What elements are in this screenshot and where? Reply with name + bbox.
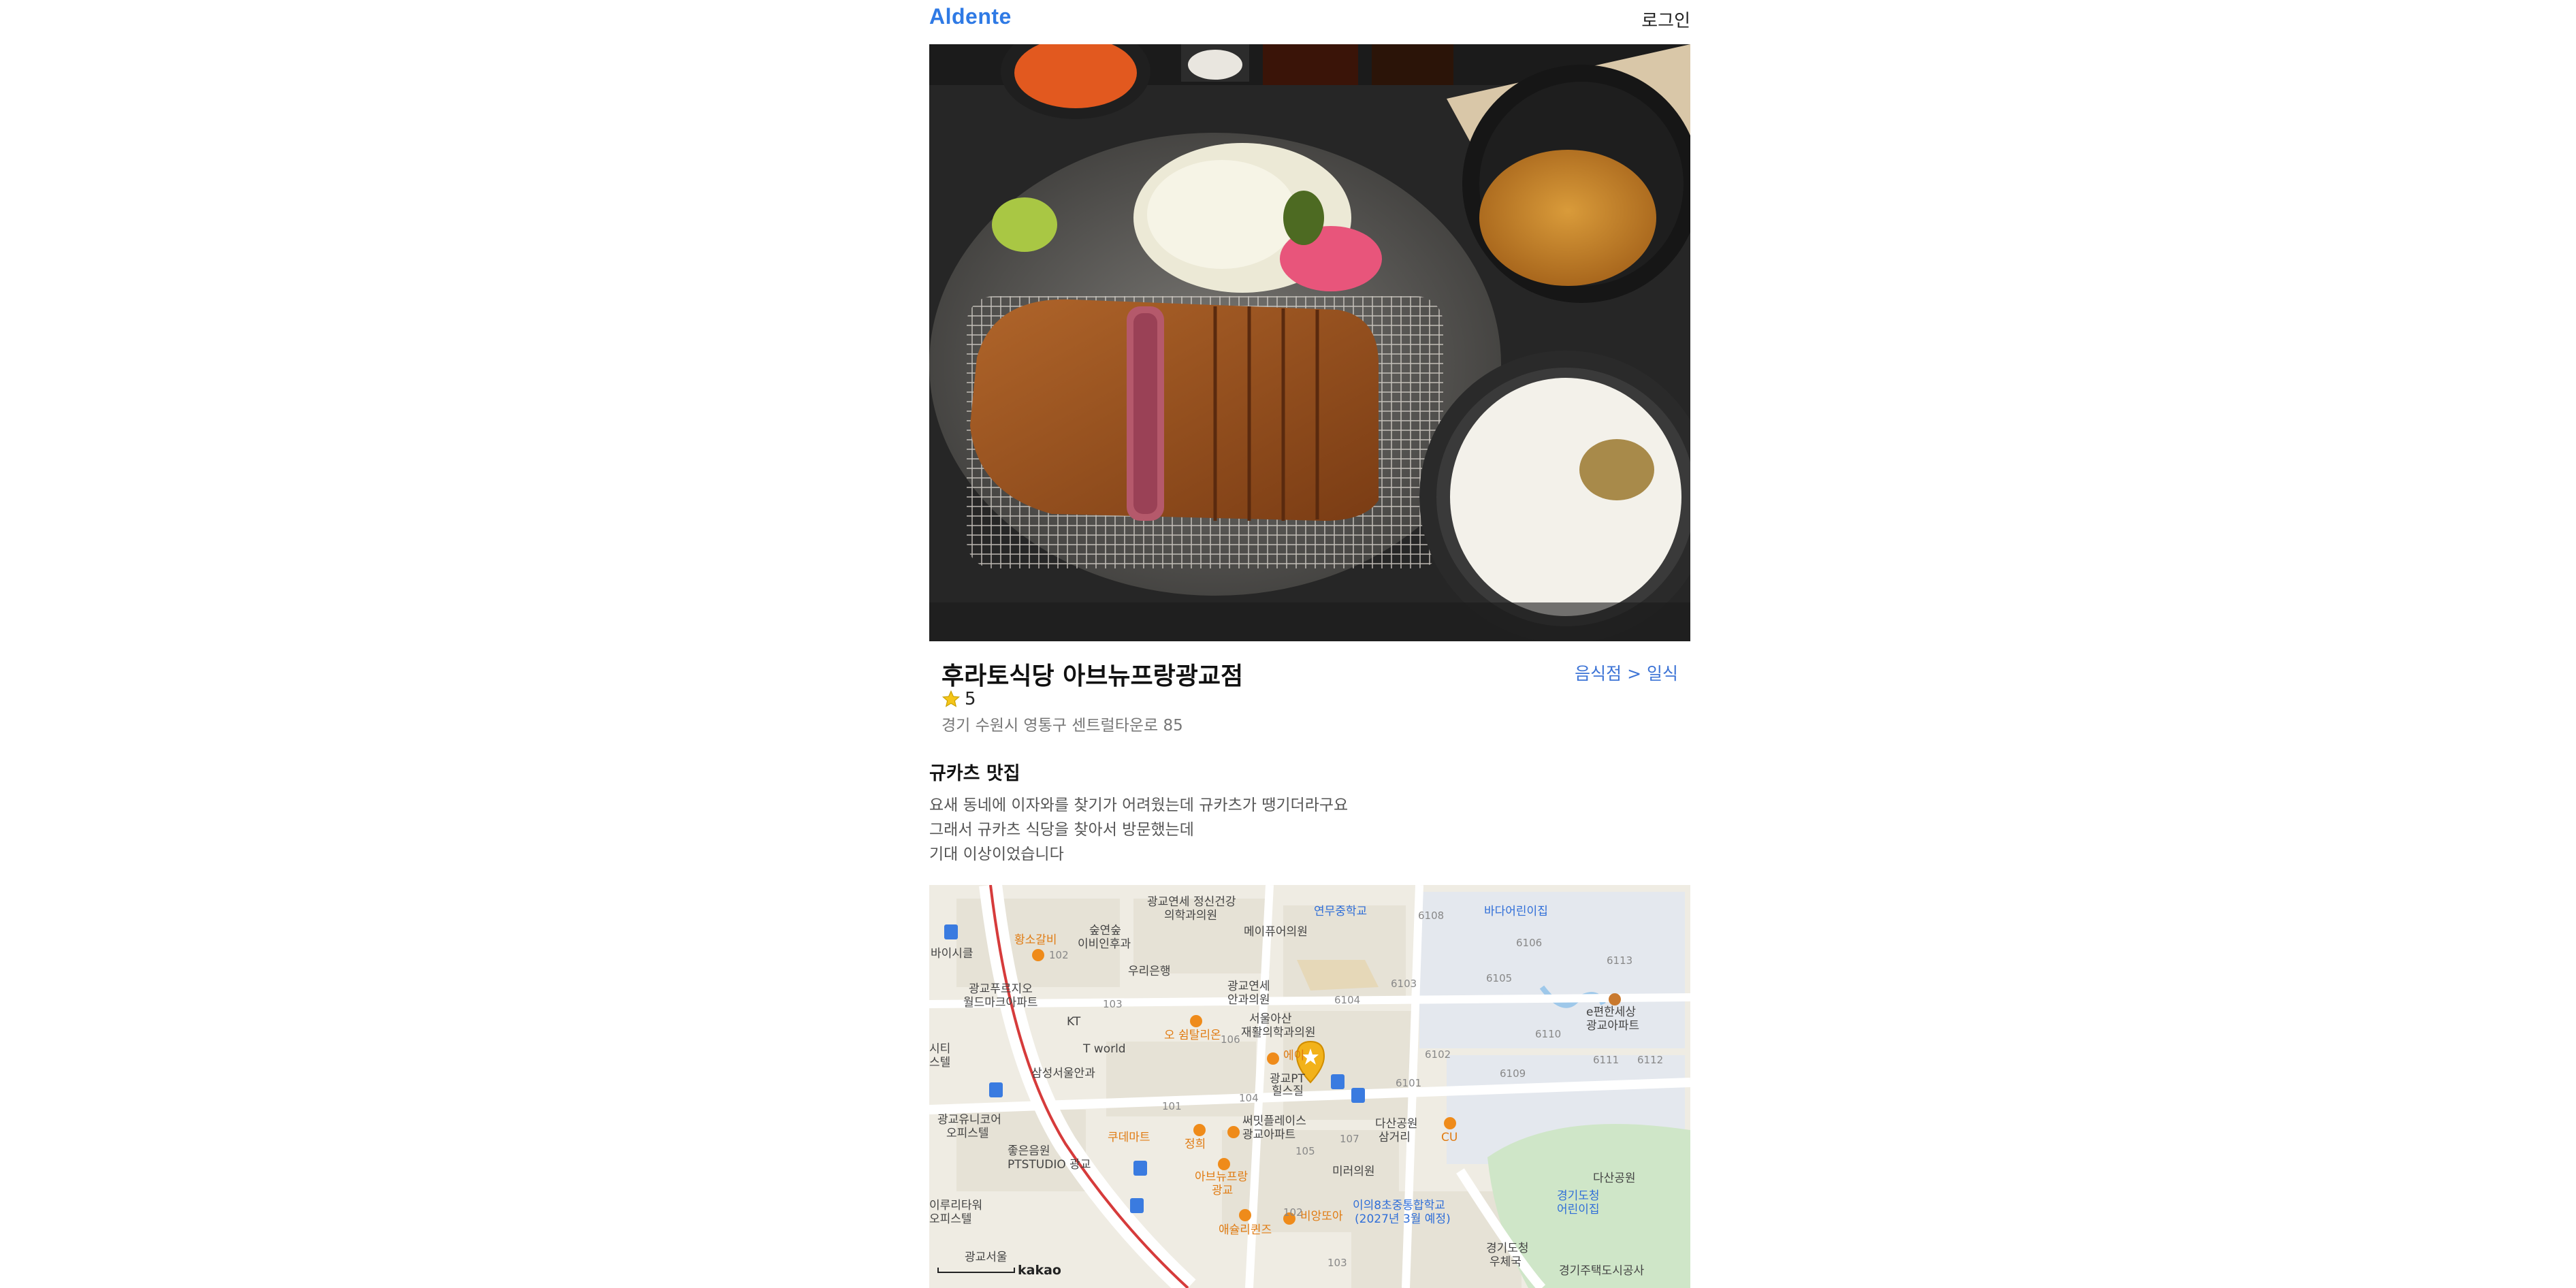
map-label: 서울아산 [1249, 1012, 1292, 1026]
map-label: 아브뉴프랑 [1195, 1170, 1249, 1184]
review-line: 요새 동네에 이자와를 찾기가 어려웠는데 규카츠가 땡기더라구요 [929, 796, 1349, 814]
login-link[interactable]: 로그인 [1641, 7, 1690, 32]
map-label: 어린이집 [1557, 1203, 1600, 1217]
logo[interactable]: Aldente [929, 4, 1012, 29]
map-number: 6112 [1637, 1054, 1664, 1066]
map-label: 시티 [929, 1042, 951, 1056]
rating-value: 5 [965, 689, 976, 709]
map-number: 104 [1239, 1092, 1259, 1104]
map-label: 오 쉼탈리온 [1164, 1029, 1221, 1042]
map-number: 6105 [1486, 972, 1513, 984]
map[interactable]: 광교연세 정신건강 의학과의원 연무중학교 바다어린이집 숲연숲 이비인후과 메… [929, 885, 1690, 1288]
map-label: 우리은행 [1128, 965, 1171, 978]
map-label: T world [1083, 1042, 1126, 1056]
map-label: 경기주택도시공사 [1559, 1264, 1645, 1278]
map-number: 6111 [1593, 1054, 1620, 1066]
map-label: 바이시클 [931, 947, 973, 961]
map-label: KT [1067, 1015, 1081, 1029]
review-line: 기대 이상이었습니다 [929, 846, 1064, 863]
map-label: 우체국 [1490, 1255, 1522, 1269]
map-label: 경기도청 [1486, 1242, 1529, 1255]
map-number: 6104 [1334, 994, 1361, 1006]
map-number: 103 [1327, 1257, 1347, 1269]
map-label: 광교연세 [1227, 980, 1270, 993]
map-label: 재활의학과의원 [1241, 1026, 1316, 1040]
restaurant-info: 후라토식당 아브뉴프랑광교점 음식점 > 일식 5 경기 수원시 영통구 센트럴… [929, 641, 1690, 742]
map-label: 광교연세 정신건강 [1147, 895, 1236, 909]
map-label: 미러의원 [1332, 1165, 1375, 1178]
food-photo-illustration [929, 44, 1690, 641]
map-number: 102 [1283, 1206, 1303, 1219]
map-attribution: kakao [1018, 1263, 1061, 1278]
map-label: 비앙또아 [1300, 1210, 1343, 1223]
map-number: 6108 [1418, 909, 1445, 922]
map-number: 106 [1221, 1033, 1240, 1046]
map-number: 6113 [1607, 954, 1633, 967]
map-label: 이루리타워 [929, 1199, 983, 1212]
main-column: Aldente 로그인 후라토식당 아브뉴프랑광교점 음식점 > 일식 5 경기… [929, 0, 1690, 1288]
map-label: 광교아파트 [1586, 1019, 1640, 1033]
map-number: 107 [1340, 1133, 1359, 1145]
category-breadcrumb[interactable]: 음식점 > 일식 [1575, 660, 1678, 685]
map-label: 황소갈비 [1014, 933, 1057, 947]
map-label: 광교서울 [965, 1251, 1008, 1264]
map-number: 101 [1162, 1100, 1182, 1112]
map-label: (2027년 3월 예정) [1355, 1212, 1451, 1226]
map-label: PTSTUDIO 광교 [1008, 1158, 1091, 1172]
map-label: 광교푸르지오 [969, 982, 1033, 996]
map-label: 메이퓨어의원 [1244, 925, 1308, 939]
map-label: 삼거리 [1379, 1131, 1411, 1144]
map-label: 경기도청 [1557, 1189, 1600, 1203]
map-label: 숲연숲 [1089, 924, 1121, 937]
map-number: 6103 [1391, 978, 1417, 990]
restaurant-photo [929, 44, 1690, 641]
map-label: 좋은음원 [1008, 1144, 1050, 1158]
map-label: 광교 [1212, 1184, 1234, 1197]
map-label: 써밋플레이스 [1242, 1114, 1306, 1128]
map-label: e편한세상 [1586, 1005, 1637, 1019]
star-icon [941, 690, 961, 707]
review-title: 규카츠 맛집 [929, 763, 1020, 784]
address: 경기 수원시 영통구 센트럴타운로 85 [941, 717, 1183, 735]
review-body: 요새 동네에 이자와를 찾기가 어려웠는데 규카츠가 땡기더라구요 그래서 규카… [929, 793, 1348, 867]
header: Aldente 로그인 [929, 0, 1690, 44]
map-number: 6106 [1516, 937, 1543, 949]
map-label: 연무중학교 [1314, 905, 1368, 918]
map-label: 의학과의원 [1164, 909, 1218, 922]
map-label: CU [1441, 1131, 1458, 1144]
map-label: 광교유니코어 [937, 1113, 1001, 1127]
map-label: 바다어린이집 [1484, 905, 1548, 918]
map-number: 6109 [1500, 1067, 1526, 1080]
map-label: 삼성서울안과 [1031, 1067, 1095, 1080]
map-label: 다산공원 [1593, 1172, 1636, 1185]
review-line: 그래서 규카츠 식당을 찾아서 방문했는데 [929, 821, 1194, 839]
restaurant-name: 후라토식당 아브뉴프랑광교점 [941, 662, 1244, 690]
map-number: 103 [1103, 998, 1123, 1010]
map-label: 정희 [1185, 1138, 1206, 1151]
map-label: 애슐리퀸즈 [1219, 1223, 1272, 1237]
map-number: 6110 [1535, 1028, 1562, 1040]
map-label: 이의8초중통합학교 [1353, 1199, 1445, 1212]
map-scale-bar [937, 1268, 1015, 1273]
map-label: 다산공원 [1375, 1117, 1418, 1131]
map-label: 쿠데마트 [1108, 1131, 1150, 1144]
map-number: 105 [1295, 1145, 1315, 1157]
rating: 5 [941, 689, 976, 709]
map-number: 6102 [1425, 1048, 1451, 1061]
map-label: 월드마크아파트 [963, 996, 1038, 1010]
map-number: 6101 [1396, 1077, 1422, 1089]
map-label: 오피스텔 [929, 1212, 972, 1226]
map-label: 이비인후과 [1078, 937, 1131, 951]
map-label: 오피스텔 [946, 1127, 989, 1140]
page: Aldente 로그인 후라토식당 아브뉴프랑광교점 음식점 > 일식 5 경기… [0, 0, 2576, 1288]
map-label: 광교아파트 [1242, 1128, 1296, 1142]
map-number: 102 [1049, 949, 1069, 961]
map-label: 힐스질 [1272, 1084, 1304, 1098]
map-label: 에이 [1283, 1049, 1305, 1063]
map-label: 스텔 [929, 1056, 951, 1069]
map-label: 안과의원 [1227, 993, 1270, 1007]
